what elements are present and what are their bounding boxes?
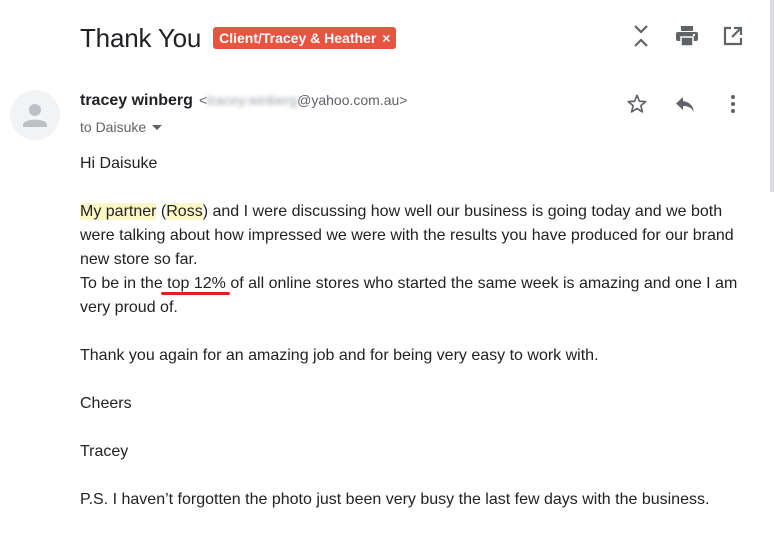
more-vert-icon[interactable] bbox=[722, 92, 744, 116]
collapse-all-icon[interactable] bbox=[630, 24, 652, 48]
sender-row: tracey winberg <tracey.winberg@yahoo.com… bbox=[80, 92, 407, 110]
scrollbar[interactable] bbox=[770, 0, 774, 192]
star-icon[interactable] bbox=[626, 92, 648, 116]
recipient-text: to Daisuke bbox=[80, 119, 147, 135]
recipient-row[interactable]: to Daisuke bbox=[80, 119, 163, 135]
label-chip[interactable]: Client/Tracey & Heather × bbox=[213, 27, 397, 49]
highlight-my-partner: My partner bbox=[80, 203, 157, 220]
open-in-new-window-icon[interactable] bbox=[722, 24, 744, 48]
message-actions bbox=[626, 92, 744, 116]
chevron-down-icon[interactable] bbox=[152, 124, 163, 130]
signature: Tracey bbox=[80, 443, 129, 460]
thread-actions bbox=[630, 24, 744, 48]
highlight-ross: Ross bbox=[166, 203, 203, 220]
message-body: Hi Daisuke My partner (Ross) and I were … bbox=[80, 152, 750, 512]
email-subject: Thank You bbox=[80, 22, 202, 53]
reply-icon[interactable] bbox=[674, 92, 696, 116]
paragraph-3: Thank you again for an amazing job and f… bbox=[80, 347, 599, 364]
sender-email-open: < bbox=[198, 92, 208, 108]
paragraph-1: My partner (Ross) and I were discussing … bbox=[80, 203, 734, 268]
sender-avatar bbox=[10, 90, 60, 140]
sender-email-domain: @yahoo.com.au> bbox=[297, 92, 408, 108]
greeting: Hi Daisuke bbox=[80, 155, 158, 172]
postscript: P.S. I haven’t forgotten the photo just … bbox=[80, 491, 710, 508]
sender-name[interactable]: tracey winberg bbox=[80, 92, 193, 110]
print-icon[interactable] bbox=[676, 24, 698, 48]
person-icon bbox=[23, 104, 47, 127]
underlined-top-12: top 12% bbox=[167, 275, 226, 292]
remove-label-icon[interactable]: × bbox=[382, 27, 390, 49]
paragraph-2: To be in the top 12% of all online store… bbox=[80, 275, 738, 316]
subject-row: Thank You Client/Tracey & Heather × bbox=[80, 20, 397, 56]
sender-email-blurred: tracey.winberg bbox=[207, 92, 298, 108]
closing: Cheers bbox=[80, 395, 132, 412]
sender-email: <tracey.winberg@yahoo.com.au> bbox=[199, 92, 408, 108]
label-chip-text: Client/Tracey & Heather bbox=[219, 30, 377, 46]
